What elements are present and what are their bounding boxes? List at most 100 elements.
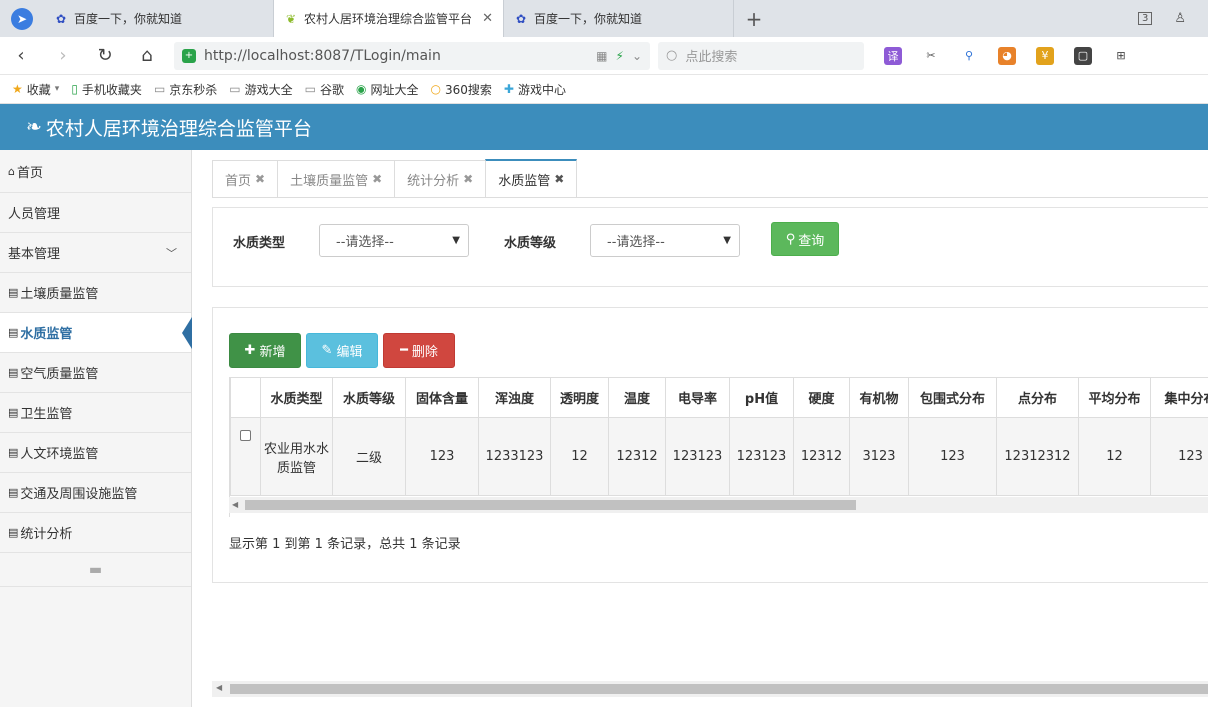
column-header[interactable]: 点分布 <box>996 377 1079 418</box>
search-input[interactable]: ○ 点此搜索 <box>658 41 864 70</box>
scrollbar-thumb[interactable] <box>245 500 856 510</box>
column-header[interactable]: 集中分布 <box>1150 377 1208 418</box>
tab-soil[interactable]: 土壤质量监管 ✖ <box>277 160 396 197</box>
bookmark-360[interactable]: ○ 360搜索 <box>431 81 492 98</box>
url-field[interactable]: + http://localhost:8087/TLogin/main ▦ ⚡ … <box>174 41 650 70</box>
bookmark-jd[interactable]: ▭ 京东秒杀 <box>154 81 217 98</box>
browser-menu-button[interactable]: ➤ <box>0 0 44 37</box>
close-icon[interactable]: ✕ <box>482 11 493 26</box>
row-checkbox-cell <box>230 417 261 496</box>
close-icon[interactable]: ✖ <box>463 172 473 186</box>
column-header[interactable]: 包围式分布 <box>908 377 997 418</box>
delete-button[interactable]: ━ 删除 <box>383 333 455 368</box>
water-level-value: --请选择-- <box>607 235 665 250</box>
bookmark-label: 京东秒杀 <box>169 82 218 97</box>
bookmark-label: 手机收藏夹 <box>81 82 142 97</box>
tab-stats[interactable]: 统计分析 ✖ <box>394 160 487 197</box>
close-icon[interactable]: ✖ <box>255 172 265 186</box>
apps-grid-icon[interactable]: ⊞ <box>1112 47 1130 65</box>
bookmark-label: 游戏中心 <box>517 82 566 97</box>
sidebar-item-basic[interactable]: 基本管理 ﹀ <box>0 233 191 273</box>
magnifier-icon[interactable]: ⚲ <box>960 47 978 65</box>
forward-button[interactable]: › <box>42 45 84 66</box>
home-button[interactable]: ⌂ <box>126 45 168 66</box>
table-row[interactable]: 农业用水水质监管 二级 123 1233123 12 12312 123123 … <box>230 417 1208 496</box>
browser-tab-active[interactable]: ❦ 农村人居环境治理综合监管平台 ✕ <box>274 0 504 37</box>
shirt-icon[interactable]: ♙ <box>1174 11 1186 26</box>
query-button[interactable]: ⚲ 查询 <box>771 222 839 256</box>
tab-count-badge[interactable]: 3 <box>1137 12 1153 25</box>
table-cell: 123 <box>908 417 997 496</box>
tab-label: 水质监管 <box>498 173 551 189</box>
bolt-icon[interactable]: ⚡ <box>616 49 624 63</box>
browser-tab[interactable]: ✿ 百度一下，你就知道 <box>44 0 274 37</box>
sidebar-item-home[interactable]: ⌂ 首页 <box>0 150 191 193</box>
scissors-icon[interactable]: ✂ <box>922 47 940 65</box>
column-header[interactable]: 固体含量 <box>405 377 479 418</box>
table-horizontal-scrollbar[interactable]: ◀ <box>229 497 1208 513</box>
column-header[interactable]: 有机物 <box>849 377 909 418</box>
scroll-left-icon[interactable]: ◀ <box>216 683 222 692</box>
url-text[interactable]: http://localhost:8087/TLogin/main <box>204 48 588 64</box>
browser-tab[interactable]: ✿ 百度一下，你就知道 <box>504 0 734 37</box>
sidebar-item-culture[interactable]: ▤ 人文环境监管 <box>0 433 191 473</box>
page-icon: ▭ <box>153 82 166 96</box>
sidebar-collapse-handle[interactable]: ▬ <box>0 553 191 587</box>
back-button[interactable]: ‹ <box>0 45 42 66</box>
column-header[interactable]: 硬度 <box>793 377 850 418</box>
bookmark-directory[interactable]: ◉ 网址大全 <box>356 81 419 98</box>
row-checkbox[interactable] <box>240 430 251 441</box>
bookmark-mobile[interactable]: ▯ 手机收藏夹 <box>71 81 142 98</box>
column-header[interactable]: 温度 <box>608 377 666 418</box>
water-type-select[interactable]: --请选择-- ▼ <box>319 224 469 257</box>
scrollbar-thumb[interactable] <box>230 684 1208 694</box>
reload-button[interactable]: ↻ <box>84 45 126 66</box>
column-header[interactable]: 浑浊度 <box>478 377 551 418</box>
bookmarks-bar: ★ 收藏 ▾ ▯ 手机收藏夹 ▭ 京东秒杀 ▭ 游戏大全 ▭ 谷歌 ◉ 网址大全 ○ 360搜索… <box>0 75 1208 104</box>
panel-icon: ▤ <box>8 486 19 499</box>
minus-icon: ━ <box>400 343 408 358</box>
table-header-row: 水质类型 水质等级 固体含量 浑浊度 透明度 温度 电导率 pH值 硬度 有机物… <box>230 377 1208 418</box>
sidebar-item-traffic[interactable]: ▤ 交通及周围设施监管 <box>0 473 191 513</box>
edit-button[interactable]: ✎ 编辑 <box>306 333 378 368</box>
compass-icon: ➤ <box>11 7 33 30</box>
sidebar-item-personnel[interactable]: 人员管理 <box>0 193 191 233</box>
scroll-left-icon[interactable]: ◀ <box>232 500 238 509</box>
close-icon[interactable]: ✖ <box>372 172 382 186</box>
close-icon[interactable]: ✖ <box>554 172 564 186</box>
new-tab-button[interactable]: + <box>734 0 774 37</box>
grid-icon[interactable]: ▦ <box>596 49 607 63</box>
sidebar-item-air[interactable]: ▤ 空气质量监管 <box>0 353 191 393</box>
page-horizontal-scrollbar[interactable]: ◀ <box>212 681 1208 697</box>
search-icon: ⚲ <box>785 231 796 247</box>
bookmark-google[interactable]: ▭ 谷歌 <box>305 81 344 98</box>
bookmark-game-center[interactable]: ✚ 游戏中心 <box>504 81 566 98</box>
panel-icon: ▤ <box>8 326 19 339</box>
sidebar-item-soil[interactable]: ▤ 土壤质量监管 <box>0 273 191 313</box>
column-header[interactable]: 平均分布 <box>1078 377 1151 418</box>
column-header[interactable]: 水质类型 <box>260 377 333 418</box>
column-header[interactable]: 电导率 <box>665 377 730 418</box>
bookmark-games[interactable]: ▭ 游戏大全 <box>229 81 292 98</box>
add-button[interactable]: ✚ 新增 <box>229 333 301 368</box>
water-level-select[interactable]: --请选择-- ▼ <box>590 224 740 257</box>
browser-tab-title: 百度一下，你就知道 <box>74 12 183 26</box>
sidebar-item-water[interactable]: ▤ 水质监管 <box>0 313 192 353</box>
bookmark-favorites[interactable]: ★ 收藏 ▾ <box>12 81 59 98</box>
reader-icon[interactable]: ▢ <box>1074 46 1092 65</box>
sidebar-item-hygiene[interactable]: ▤ 卫生监管 <box>0 393 191 433</box>
bookmark-label: 360搜索 <box>445 82 492 97</box>
column-header[interactable]: 透明度 <box>550 377 609 418</box>
table-cell: 12312 <box>793 417 850 496</box>
secure-shield-icon: + <box>182 48 196 63</box>
sidebar-item-stats[interactable]: ▤ 统计分析 <box>0 513 191 553</box>
translate-icon[interactable]: 译 <box>884 46 902 65</box>
tab-water[interactable]: 水质监管 ✖ <box>485 159 578 197</box>
tab-home[interactable]: 首页 ✖ <box>212 160 279 197</box>
column-header[interactable]: pH值 <box>729 377 794 418</box>
data-table-container[interactable]: 水质类型 水质等级 固体含量 浑浊度 透明度 温度 电导率 pH值 硬度 有机物… <box>229 377 1208 517</box>
game-icon[interactable]: ◕ <box>998 46 1016 65</box>
column-header[interactable]: 水质等级 <box>332 377 406 418</box>
chevron-down-icon[interactable]: ⌄ <box>632 49 642 63</box>
coupon-icon[interactable]: ¥ <box>1036 46 1054 65</box>
